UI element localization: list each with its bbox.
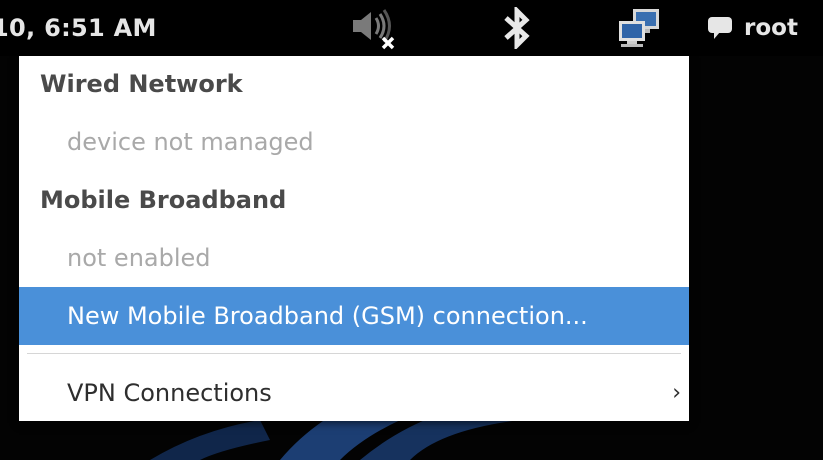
desktop-screen: 10, 6:51 AM root Wired Network device no… [0,0,823,460]
mobile-broadband-header: Mobile Broadband [40,186,287,214]
menu-separator [27,353,681,354]
clock[interactable]: 10, 6:51 AM [0,14,157,42]
user-name: root [744,15,798,41]
chevron-right-icon: › [672,380,681,406]
network-wired-icon[interactable] [615,8,663,48]
user-menu[interactable]: root [706,12,798,44]
wired-network-header: Wired Network [40,70,243,98]
wired-network-status: device not managed [67,128,314,156]
bluetooth-icon[interactable] [500,7,534,49]
new-connection-label: New Mobile Broadband (GSM) connection... [67,302,588,330]
top-panel: 10, 6:51 AM root [0,0,823,56]
vpn-connections-label: VPN Connections [67,379,272,407]
chat-bubble-icon [708,17,732,39]
new-mobile-broadband-connection-item[interactable]: New Mobile Broadband (GSM) connection... [19,287,689,345]
mobile-broadband-status: not enabled [67,244,211,272]
network-menu: Wired Network device not managed Mobile … [19,56,689,421]
vpn-connections-item[interactable]: VPN Connections › [19,364,689,422]
volume-muted-icon[interactable] [348,8,398,50]
